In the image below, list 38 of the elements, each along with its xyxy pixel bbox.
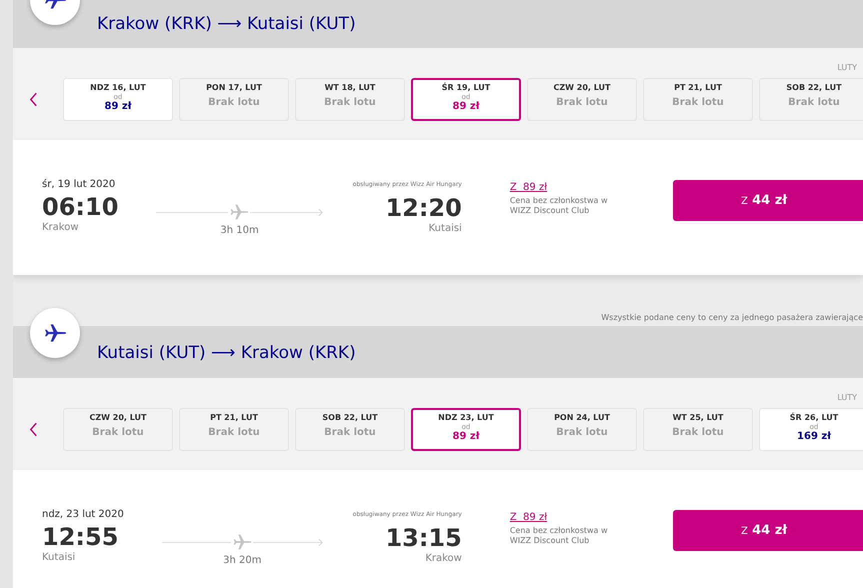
date-tab[interactable]: SOB 22, LUT Brak lotu — [759, 78, 863, 121]
flight-duration: 3h 10m — [220, 225, 259, 236]
date-tab[interactable]: PT 21, LUT Brak lotu — [179, 408, 289, 451]
date-tab[interactable]: CZW 20, LUT Brak lotu — [527, 78, 637, 121]
arrowhead-icon — [318, 208, 323, 216]
date-tab[interactable]: PON 24, LUT Brak lotu — [527, 408, 637, 451]
date-tab[interactable]: SOB 22, LUT Brak lotu — [295, 408, 405, 451]
month-label: LUTY — [837, 393, 857, 402]
date-tab[interactable]: WT 25, LUT Brak lotu — [643, 408, 753, 451]
chevron-left-icon[interactable] — [29, 422, 38, 437]
date-tab[interactable]: WT 18, LUT Brak lotu — [295, 78, 405, 121]
member-price-link[interactable]: Z 89 zł — [510, 182, 624, 193]
date-tab[interactable]: PON 17, LUT Brak lotu — [179, 78, 289, 121]
date-tab[interactable]: PT 21, LUT Brak lotu — [643, 78, 753, 121]
member-price-note: Cena bez członkostwa w WIZZ Discount Club — [510, 526, 609, 546]
member-price-note: Cena bez członkostwa w WIZZ Discount Club — [510, 196, 609, 216]
arrival-time: 12:20 — [385, 193, 462, 223]
month-label: LUTY — [837, 63, 857, 72]
flight-duration: 3h 20m — [223, 555, 262, 566]
departure-time: 12:55 — [42, 522, 120, 552]
departure-city: Krakow — [42, 222, 80, 233]
departure-city: Kutaisi — [42, 552, 76, 563]
arrival-city: Kutaisi — [428, 223, 462, 234]
price-note: Wszystkie podane ceny to ceny za jednego pasażera zawierające — [601, 313, 863, 322]
member-price-link[interactable]: Z 89 zł — [510, 512, 624, 523]
arrival-city: Krakow — [425, 553, 462, 564]
date-tab[interactable]: CZW 20, LUT Brak lotu — [63, 408, 173, 451]
airplane-badge-icon — [30, 308, 80, 358]
route-title: Krakow (KRK) ⟶ Kutaisi (KUT) — [97, 14, 356, 34]
arrowhead-icon — [318, 538, 323, 546]
chevron-left-icon[interactable] — [29, 92, 38, 107]
price-button[interactable]: Z 44 zł — [673, 180, 863, 221]
arrival-time: 13:15 — [385, 523, 462, 553]
flight-date: śr, 19 lut 2020 — [42, 179, 116, 190]
flight-date: ndz, 23 lut 2020 — [42, 509, 124, 520]
price-button[interactable]: Z 44 zł — [673, 510, 863, 551]
departure-time: 06:10 — [42, 192, 118, 222]
route-title: Kutaisi (KUT) ⟶ Krakow (KRK) — [97, 343, 356, 363]
